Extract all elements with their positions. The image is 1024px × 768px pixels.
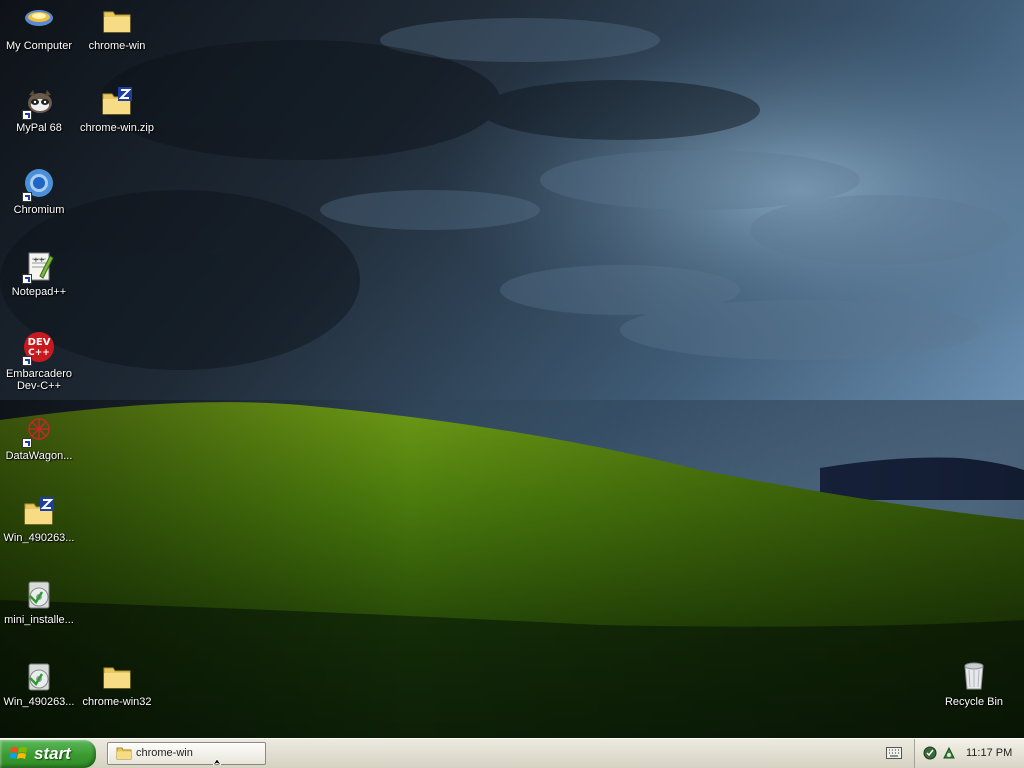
desktop-icon-mypal[interactable]: MyPal 68 [0,86,78,134]
desktop-icon-recycle-bin[interactable]: Recycle Bin [935,660,1013,708]
zip-folder-icon [100,86,134,120]
network-icon[interactable] [942,746,956,760]
windows-logo-icon [10,747,27,759]
icon-label: DataWagon... [5,450,73,462]
folder-icon [116,747,132,760]
desktop-icon-win-installer[interactable]: Win_490263... [0,660,78,708]
start-button[interactable]: start [0,740,96,768]
svg-text:DEV: DEV [28,337,51,348]
folder-icon [100,4,134,38]
desktop-icon-chrome-win-zip[interactable]: chrome-win.zip [78,86,156,134]
taskbar: start chrome-win 11:17 PM [0,738,1024,768]
desktop-icon-chrome-win[interactable]: chrome-win [78,4,156,52]
icon-label: MyPal 68 [16,122,62,134]
recycle-bin-icon [957,660,991,694]
dev-cpp-icon: DEV C++ [22,332,56,366]
installer-icon [22,660,56,694]
icon-label: Embarcadero Dev-C++ [5,368,73,392]
shortcut-arrow-icon [22,438,32,448]
icon-label: Win_490263... [3,696,75,708]
desktop-icon-dev-cpp[interactable]: DEV C++ Embarcadero Dev-C++ [0,332,78,392]
shortcut-arrow-icon [22,192,32,202]
svg-text:++: ++ [33,256,45,264]
icon-label: chrome-win.zip [80,122,154,134]
shortcut-arrow-icon [22,274,32,284]
zip-folder-icon [22,496,56,530]
shortcut-arrow-icon [22,356,32,366]
chromium-icon [22,168,56,202]
datawagon-icon [22,414,56,448]
desktop-icon-chromium[interactable]: Chromium [0,168,78,216]
mypal-icon [22,86,56,120]
system-tray: 11:17 PM [914,739,1024,768]
desktop-icon-chrome-win32[interactable]: chrome-win32 [78,660,156,708]
icon-label: chrome-win32 [82,696,152,708]
desktop-icon-notepad-plus-plus[interactable]: ++ Notepad++ [0,250,78,298]
icon-label: chrome-win [88,40,146,52]
desktop-icon-mini-installer[interactable]: mini_installe... [0,578,78,626]
shortcut-arrow-icon [22,110,32,120]
desktop-icon-win-zip[interactable]: Win_490263... [0,496,78,544]
taskbar-window-chrome-win[interactable]: chrome-win [107,742,266,765]
notepad-plus-plus-icon: ++ [22,250,56,284]
start-label: start [34,744,71,763]
mouse-cursor-icon [213,759,221,766]
icon-label: Win_490263... [3,532,75,544]
icon-label: Recycle Bin [944,696,1004,708]
installer-icon [22,578,56,612]
icon-label: mini_installe... [4,614,74,626]
security-shield-icon[interactable] [923,746,937,760]
desktop-icon-datawagon[interactable]: DataWagon... [0,414,78,462]
folder-icon [100,660,134,694]
icon-label: Chromium [13,204,65,216]
my-computer-icon [22,4,56,38]
icon-label: My Computer [5,40,73,52]
desktop-icon-my-computer[interactable]: My Computer [0,4,78,52]
taskbar-window-label: chrome-win [136,747,193,759]
clock[interactable]: 11:17 PM [966,747,1012,759]
keyboard-icon[interactable] [886,747,902,759]
icon-label: Notepad++ [11,286,67,298]
